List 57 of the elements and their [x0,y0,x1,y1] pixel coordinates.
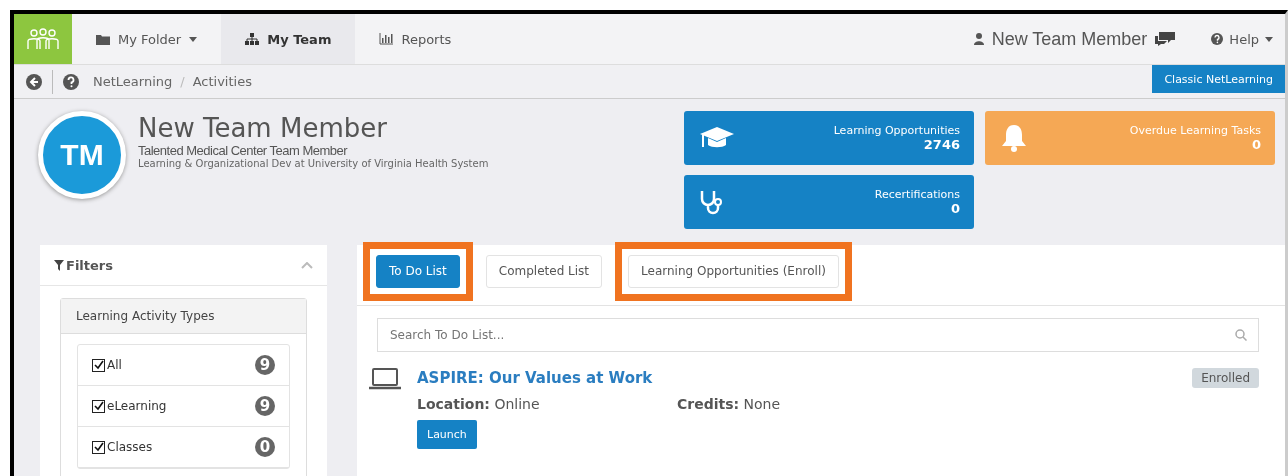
tab[interactable]: Learning Opportunities (Enroll) [628,254,839,288]
filter-label[interactable]: All [107,358,122,372]
stat-card[interactable]: Recertifications 0 [684,175,974,229]
folder-icon [96,33,110,45]
breadcrumb-link[interactable]: Activities [192,74,252,89]
profile-title: Talented Medical Center Team Member [138,143,349,158]
checkbox[interactable] [92,358,105,372]
launch-button[interactable]: Launch [417,420,477,449]
search-icon [1235,329,1247,341]
help-icon[interactable] [63,73,79,90]
checkbox[interactable] [92,440,105,454]
stat-value: 2746 [922,137,960,152]
profile-name: New Team Member [138,113,388,143]
search-field[interactable]: Search To Do List... [377,318,1259,352]
nav-menu-item[interactable]: My Team [221,14,356,64]
bell-icon [1001,124,1027,152]
profile-organization: Learning & Organizational Dev at University of Virginia Health System [138,158,489,169]
user-name[interactable]: New Team Member [991,28,1148,50]
filter-label[interactable]: eLearning [107,399,167,413]
credits-text: Credits: None [677,396,782,412]
filter-icon [54,259,64,271]
stat-card[interactable]: Learning Opportunities 2746 [684,111,974,165]
count-badge: 9 [255,396,275,416]
stat-label: Recertifications [874,188,960,201]
people-icon [25,28,61,50]
location-text: Location: Online [417,396,541,412]
filter-label[interactable]: Classes [107,440,153,454]
stat-value: 0 [949,201,960,216]
count-badge: 0 [255,437,275,457]
user-icon [973,33,984,45]
chat-icon[interactable] [1155,32,1176,46]
breadcrumb-separator: / [180,74,185,89]
status-badge: Enrolled [1192,368,1259,388]
tab[interactable]: To Do List [376,254,460,288]
hierarchy-icon [245,33,260,45]
checkbox[interactable] [92,399,105,413]
laptop-icon [369,368,401,390]
section-header: Learning Activity Types [61,299,306,334]
stat-value: 0 [1250,137,1261,152]
stat-label: Learning Opportunities [833,124,960,137]
activity-title-link[interactable]: ASPIRE: Our Values at Work [417,369,653,387]
breadcrumb-link[interactable]: NetLearning [93,74,173,89]
caret-icon [189,36,198,42]
nav-menu-item[interactable]: Reports [355,14,476,64]
count-badge: 9 [255,355,275,375]
bar-chart-icon [379,33,394,45]
help-icon [1211,33,1224,45]
avatar-initials: TM [38,111,126,199]
tab[interactable]: Completed List [485,254,603,288]
nav-menu-item[interactable]: My Folder [72,14,222,64]
filters-title: Filters [66,257,113,273]
caret-icon [1265,36,1273,42]
help-menu[interactable]: Help [1205,14,1285,64]
stat-label: Overdue Learning Tasks [1129,124,1261,137]
classic-netlearning-button[interactable]: Classic NetLearning [1152,65,1285,93]
stethoscope-icon [700,189,722,215]
back-icon[interactable] [26,73,42,90]
